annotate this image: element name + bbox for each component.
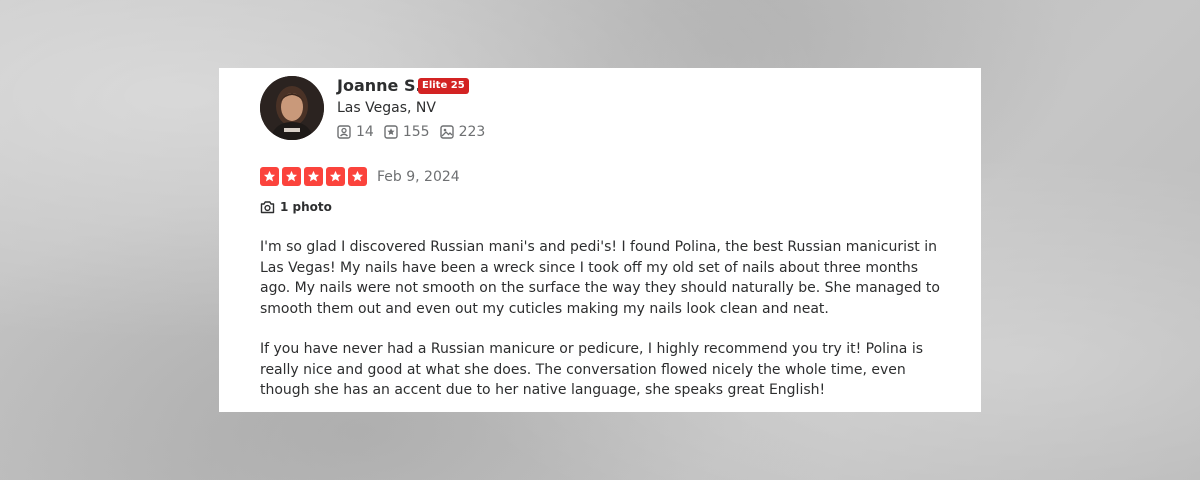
star-rating [260, 167, 370, 186]
elite-badge[interactable]: Elite 25 [418, 78, 469, 94]
user-location: Las Vegas, NV [337, 100, 436, 116]
friends-icon [337, 125, 351, 139]
star-icon [304, 167, 323, 186]
photos-count-value: 223 [458, 124, 486, 140]
avatar[interactable] [260, 76, 324, 140]
photos-link[interactable]: 1 photo [260, 200, 332, 214]
review-text: I'm so glad I discovered Russian mani's … [260, 237, 940, 421]
review-paragraph: If you have never had a Russian manicure… [260, 341, 924, 398]
star-icon [260, 167, 279, 186]
photos-link-label: 1 photo [280, 200, 332, 214]
star-icon [326, 167, 345, 186]
user-stats: 14 155 223 [337, 124, 495, 140]
friends-count: 14 [337, 124, 374, 140]
star-icon [348, 167, 367, 186]
review-paragraph: I'm so glad I discovered Russian mani's … [260, 239, 940, 317]
photos-icon [439, 125, 454, 139]
reviews-count-value: 155 [402, 124, 430, 140]
friends-count-value: 14 [356, 124, 374, 140]
star-icon [282, 167, 301, 186]
review-date: Feb 9, 2024 [377, 169, 460, 185]
reviews-count: 155 [384, 124, 430, 140]
user-name[interactable]: Joanne S. [337, 76, 422, 95]
review-card: Joanne S. Elite 25 Las Vegas, NV 14 155 [219, 68, 981, 412]
camera-icon [260, 201, 275, 214]
review-star-icon [384, 125, 398, 139]
photos-count: 223 [439, 124, 486, 140]
